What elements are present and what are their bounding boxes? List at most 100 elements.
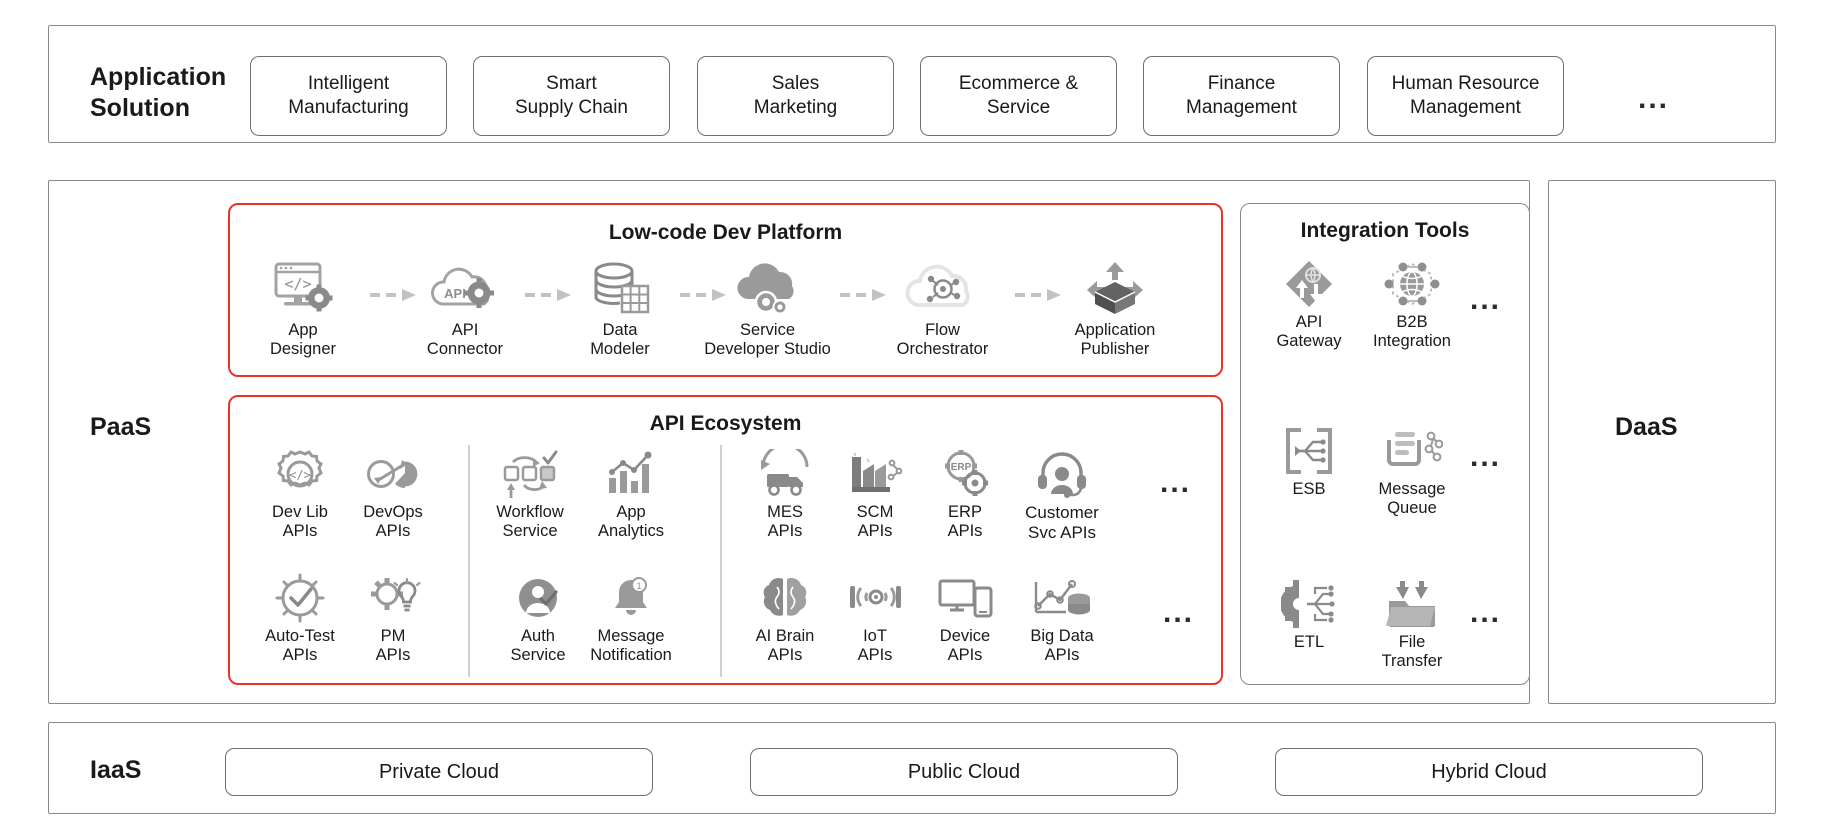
iaas-card-hybrid-cloud[interactable]: Hybrid Cloud [1275, 748, 1703, 796]
integration-node-b2b-integration[interactable]: B2B Integration [1358, 258, 1466, 352]
iaas-tier-label: IaaS [90, 756, 142, 784]
api-node-label: Big Data APIs [1030, 627, 1094, 665]
api-node-devops-apis[interactable]: DevOps APIs [345, 448, 441, 542]
api-connector-icon: API [400, 258, 530, 318]
lowcode-node-label: Service Developer Studio [704, 321, 831, 359]
workflow-service-icon [490, 448, 570, 500]
lowcode-node-label: Flow Orchestrator [896, 321, 989, 359]
api-node-ai-brain-apis[interactable]: AI Brain APIs [737, 572, 833, 666]
lowcode-node-application-publisher[interactable]: Application Publisher [1045, 258, 1185, 360]
svg-text:1: 1 [636, 581, 641, 591]
app-card-smart-supply-chain[interactable]: Smart Supply Chain [473, 56, 670, 136]
api-node-big-data-apis[interactable]: Big Data APIs [1007, 572, 1117, 666]
esb-icon [1263, 425, 1355, 477]
integration-node-file-transfer[interactable]: File Transfer [1358, 578, 1466, 672]
file-transfer-icon [1358, 578, 1466, 630]
api-node-scm-apis[interactable]: SCM APIs [827, 448, 923, 542]
lowcode-node-service-developer-studio[interactable]: Service Developer Studio [700, 258, 835, 360]
api-node-device-apis[interactable]: Device APIs [917, 572, 1013, 666]
daas-tier-label: DaaS [1615, 413, 1678, 441]
device-monitor-icon [917, 572, 1013, 624]
api-node-erp-apis[interactable]: ERP ERP APIs [917, 448, 1013, 542]
auth-service-user-icon [490, 572, 586, 624]
dev-lib-gear-code-icon: </> [252, 448, 348, 500]
integration-node-api-gateway[interactable]: API Gateway [1263, 258, 1355, 352]
integration-node-esb[interactable]: ESB [1263, 425, 1355, 499]
integration-node-label: ETL [1293, 633, 1325, 651]
api-node-customer-svc-apis[interactable]: Customer Svc APIs [1007, 448, 1117, 543]
app-card-sales-marketing[interactable]: Sales Marketing [697, 56, 894, 136]
app-analytics-chart-icon [583, 448, 679, 500]
app-designer-icon: </> [243, 258, 363, 318]
api-node-label: SCM APIs [856, 503, 894, 541]
pm-gear-bulb-icon [345, 572, 441, 624]
low-code-dev-platform-title: Low-code Dev Platform [608, 221, 843, 244]
lowcode-node-data-modeler[interactable]: Data Modeler [560, 258, 680, 360]
api-ecosystem-divider-2 [720, 445, 722, 677]
api-node-label: MES APIs [767, 503, 803, 541]
api-ecosystem-divider-1 [468, 445, 470, 677]
architecture-diagram: Application Solution Intelligent Manufac… [0, 0, 1828, 836]
lowcode-node-label: Application Publisher [1074, 321, 1156, 359]
api-node-label: IoT APIs [857, 627, 893, 665]
api-ecosystem-title: API Ecosystem [649, 412, 802, 435]
b2b-integration-globe-icon [1358, 258, 1466, 310]
scm-factory-icon [827, 448, 923, 500]
mes-truck-icon [737, 448, 833, 500]
api-node-mes-apis[interactable]: MES APIs [737, 448, 833, 542]
integration-node-label: ESB [1292, 480, 1326, 498]
api-node-workflow-service[interactable]: Workflow Service [490, 448, 570, 542]
app-card-ecommerce-service[interactable]: Ecommerce & Service [920, 56, 1117, 136]
integration-node-label: B2B Integration [1373, 313, 1451, 351]
app-card-intelligent-manufacturing[interactable]: Intelligent Manufacturing [250, 56, 447, 136]
integration-node-message-queue[interactable]: Message Queue [1358, 425, 1466, 519]
api-node-pm-apis[interactable]: PM APIs [345, 572, 441, 666]
api-node-auto-test-apis[interactable]: Auto-Test APIs [252, 572, 348, 666]
integration-node-label: API Gateway [1276, 313, 1342, 351]
lowcode-node-api-connector[interactable]: API API Connector [400, 258, 530, 360]
lowcode-node-flow-orchestrator[interactable]: Flow Orchestrator [875, 258, 1010, 360]
svg-text:API: API [444, 286, 466, 301]
api-node-iot-apis[interactable]: IoT APIs [827, 572, 923, 666]
iaas-card-private-cloud[interactable]: Private Cloud [225, 748, 653, 796]
integration-node-label: Message Queue [1378, 480, 1446, 518]
api-node-message-notification[interactable]: 1 Message Notification [583, 572, 679, 666]
customer-service-headset-icon [1007, 448, 1117, 500]
paas-tier-label: PaaS [90, 413, 152, 441]
api-node-label: Dev Lib APIs [272, 503, 328, 541]
api-node-label: Auth Service [510, 627, 566, 665]
flow-orchestrator-icon [875, 258, 1010, 318]
api-node-label: Message Notification [590, 627, 672, 665]
integration-node-etl[interactable]: ETL [1263, 578, 1355, 652]
app-card-human-resource-management[interactable]: Human Resource Management [1367, 56, 1564, 136]
iaas-card-public-cloud[interactable]: Public Cloud [750, 748, 1178, 796]
api-node-dev-lib-apis[interactable]: </> Dev Lib APIs [252, 448, 348, 542]
integration-tools-more-row3-ellipsis: ... [1470, 596, 1502, 629]
api-node-auth-service[interactable]: Auth Service [490, 572, 586, 666]
erp-gear-icon: ERP [917, 448, 1013, 500]
service-developer-studio-icon [700, 258, 835, 318]
svg-text:ERP: ERP [951, 462, 972, 473]
data-modeler-icon [560, 258, 680, 318]
iot-sensor-icon [827, 572, 923, 624]
integration-tools-more-row1-ellipsis: ... [1470, 283, 1502, 316]
message-queue-icon [1358, 425, 1466, 477]
application-solution-tier-label: Application Solution [90, 63, 227, 122]
lowcode-node-label: App Designer [269, 321, 337, 359]
integration-tools-title: Integration Tools [1300, 219, 1470, 242]
api-node-label: DevOps APIs [363, 503, 423, 541]
ai-brain-icon [737, 572, 833, 624]
api-ecosystem-more-row2-ellipsis: ... [1163, 596, 1195, 629]
integration-node-label: File Transfer [1381, 633, 1443, 671]
lowcode-node-app-designer[interactable]: </> App Designer [243, 258, 363, 360]
lowcode-node-label: API Connector [426, 321, 504, 359]
api-node-label: Workflow Service [496, 503, 564, 541]
api-node-label: ERP APIs [947, 503, 983, 541]
devops-infinity-icon [345, 448, 441, 500]
lowcode-node-label: Data Modeler [590, 321, 650, 359]
app-card-finance-management[interactable]: Finance Management [1143, 56, 1340, 136]
svg-text:</>: </> [284, 275, 311, 293]
api-node-label: AI Brain APIs [755, 627, 815, 665]
integration-tools-more-row2-ellipsis: ... [1470, 440, 1502, 473]
api-node-app-analytics[interactable]: App Analytics [583, 448, 679, 542]
